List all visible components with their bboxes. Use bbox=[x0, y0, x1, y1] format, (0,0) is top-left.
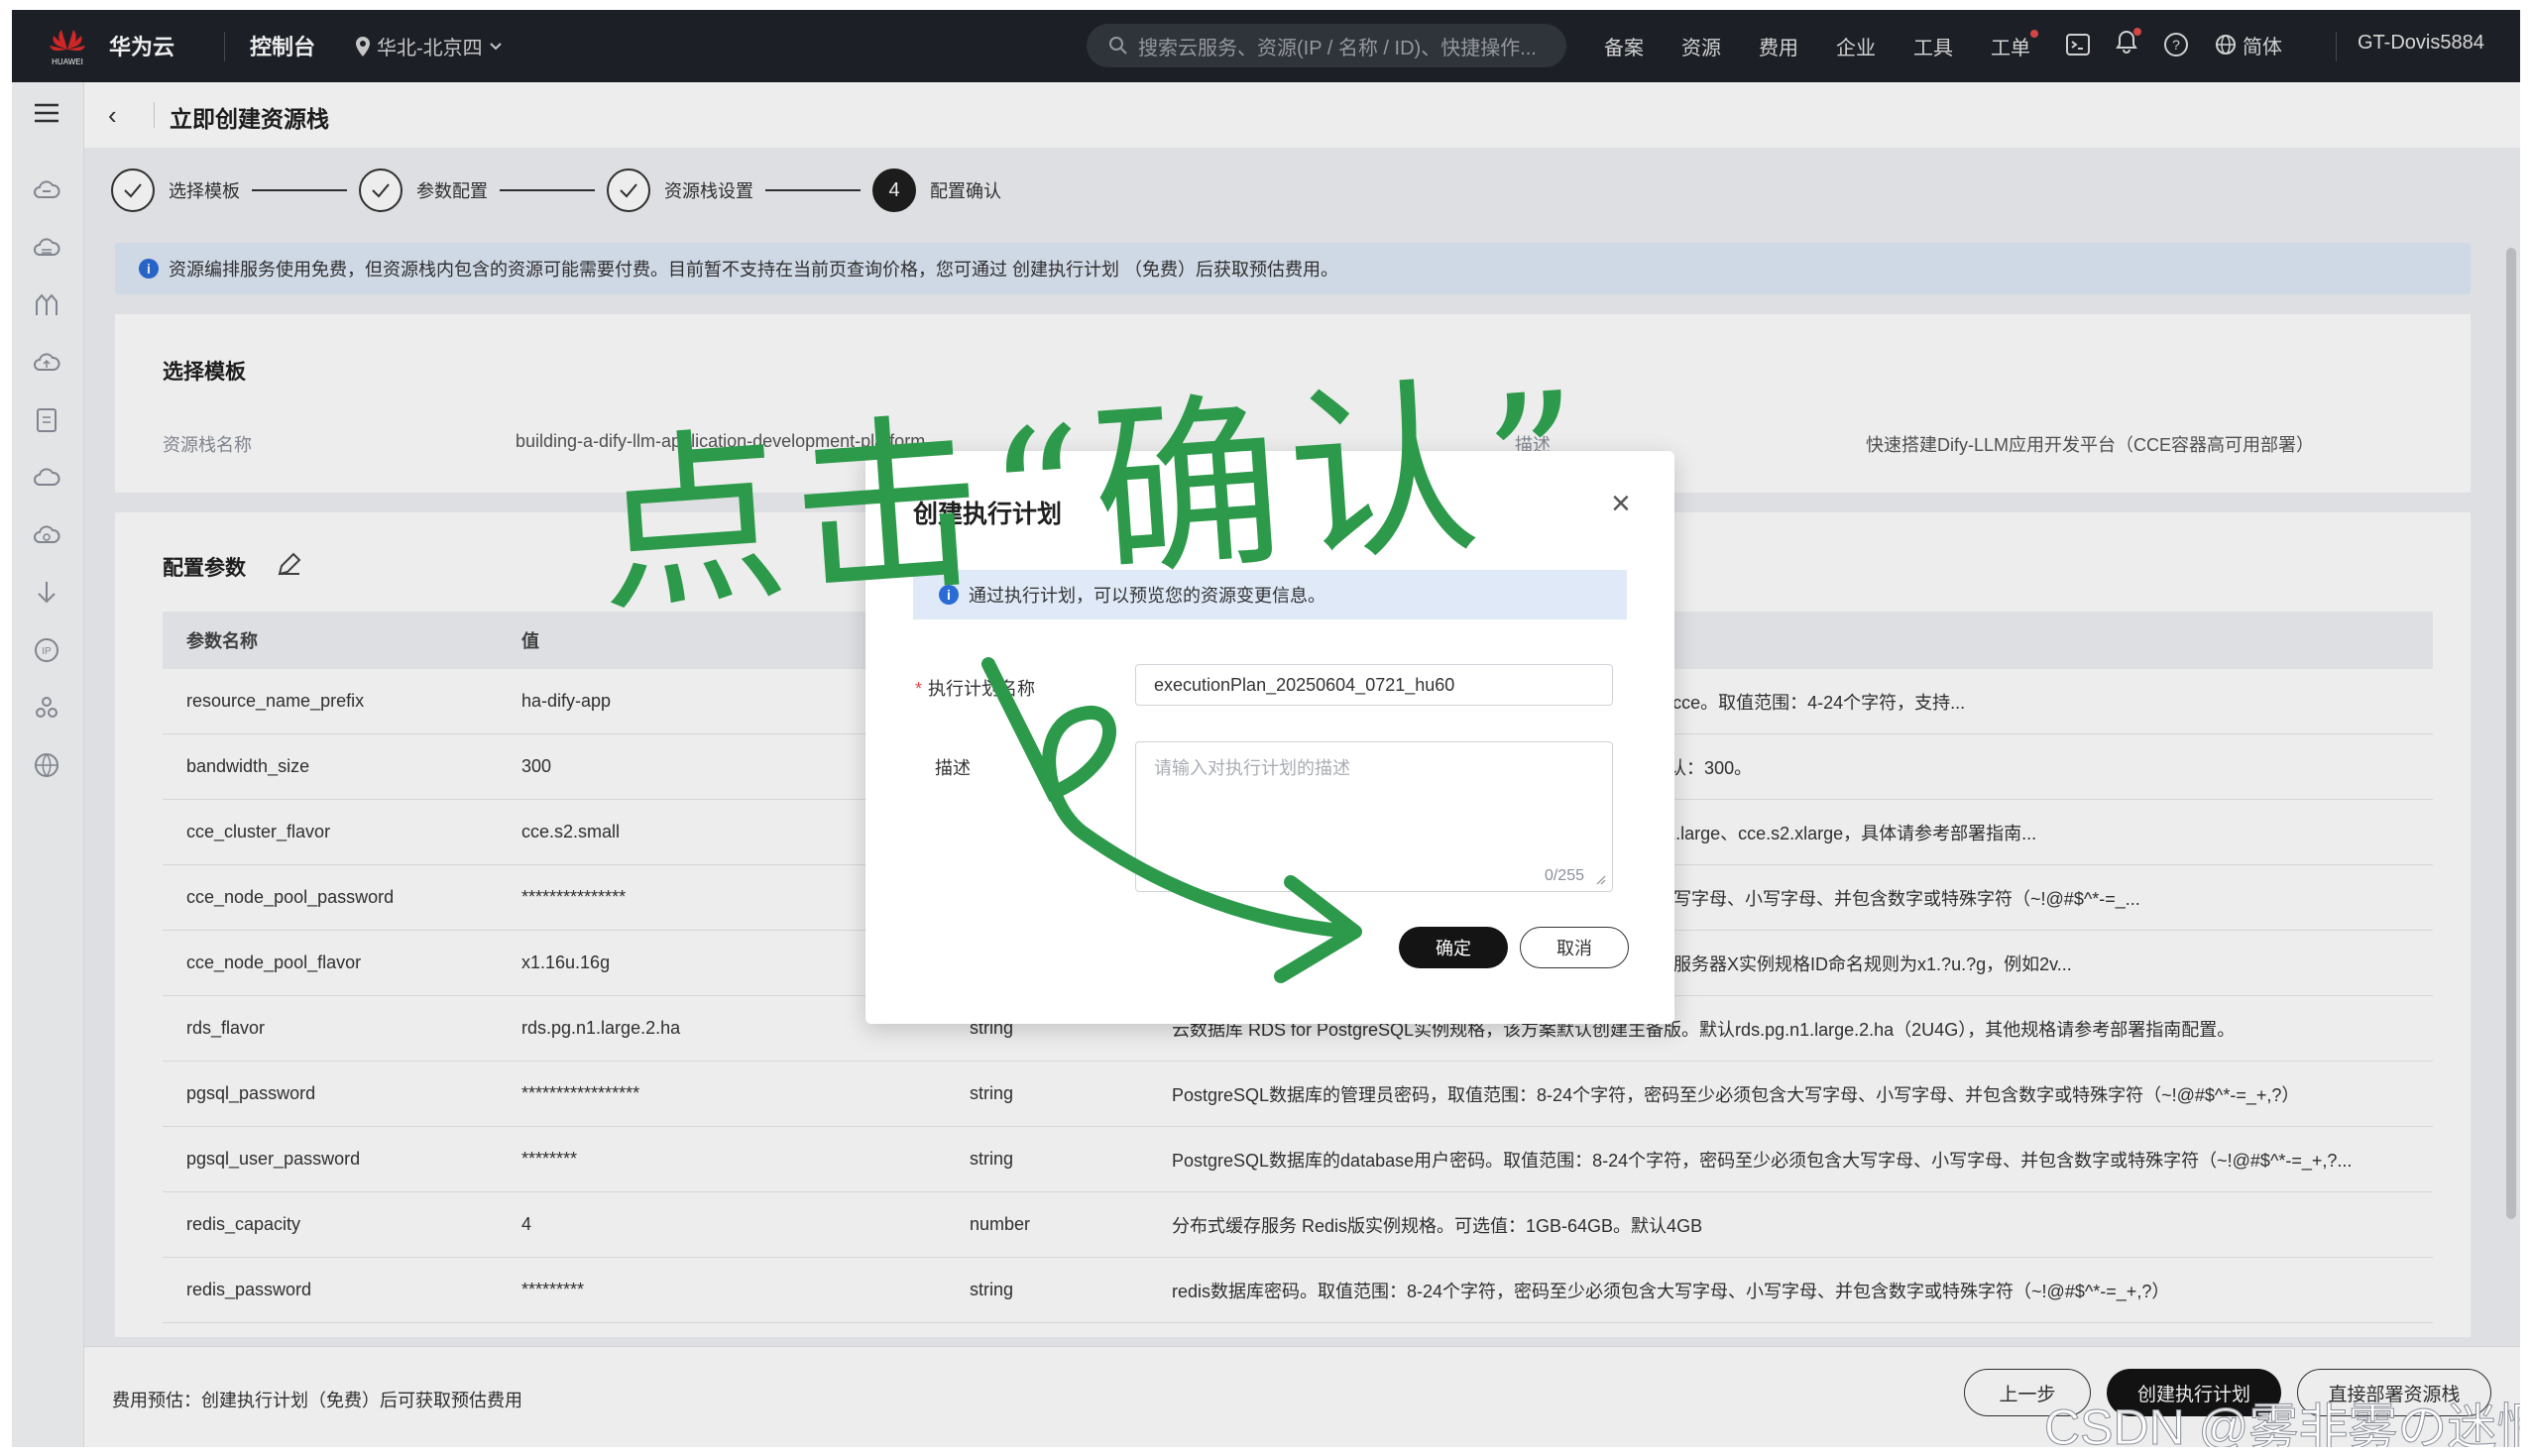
annotation-arrow bbox=[981, 657, 1362, 983]
csdn-watermark: CSDN @雾非雾の迷惘 bbox=[2043, 1400, 2520, 1448]
app-frame: HUAWEI 华为云 控制台 华北-北京四 搜索云服务、资源(IP / 名称 /… bbox=[12, 10, 2520, 1447]
